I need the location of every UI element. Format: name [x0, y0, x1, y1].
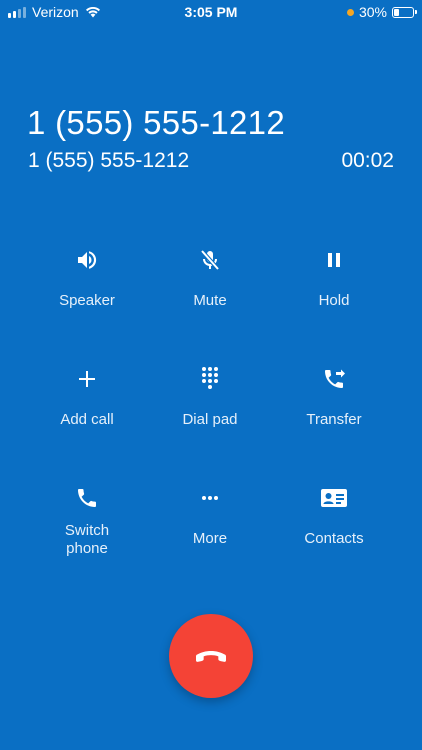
contact-card-icon [274, 484, 394, 512]
dialpad-icon [150, 365, 270, 393]
privacy-indicator-dot [346, 8, 354, 16]
phone-icon [27, 484, 147, 512]
contacts-label: Contacts [304, 530, 364, 547]
transfer-button[interactable]: Transfer [274, 365, 394, 429]
end-call-button[interactable] [169, 614, 253, 698]
mute-button[interactable]: Mute [150, 246, 270, 310]
mic-off-icon [150, 246, 270, 274]
add-call-label: Add call [60, 411, 114, 428]
dial-pad-button[interactable]: Dial pad [150, 365, 270, 429]
plus-icon [27, 365, 147, 393]
status-bar: Verizon 3:05 PM 30% [0, 0, 422, 24]
battery-fill [394, 8, 399, 16]
hold-button[interactable]: Hold [274, 246, 394, 310]
dial-pad-label: Dial pad [182, 411, 238, 428]
speaker-button[interactable]: Speaker [27, 246, 147, 310]
switch-phone-label: Switch phone [64, 522, 110, 557]
hang-up-icon [196, 651, 226, 662]
more-label: More [192, 530, 228, 547]
contacts-button[interactable]: Contacts [274, 484, 394, 548]
call-timer: 00:02 [341, 149, 394, 172]
call-transfer-icon [274, 365, 394, 393]
pause-icon [274, 246, 394, 274]
speaker-icon [27, 246, 147, 274]
mute-label: Mute [193, 292, 227, 309]
status-right: 30% [346, 4, 417, 20]
more-horizontal-icon [150, 484, 270, 512]
more-button[interactable]: More [150, 484, 270, 548]
hold-label: Hold [318, 292, 350, 309]
battery-icon [392, 6, 417, 18]
caller-subtitle: 1 (555) 555-1212 [28, 149, 190, 172]
caller-number: 1 (555) 555-1212 [27, 104, 285, 141]
battery-percent: 30% [358, 4, 387, 20]
speaker-label: Speaker [59, 292, 115, 309]
add-call-button[interactable]: Add call [27, 365, 147, 429]
transfer-label: Transfer [306, 411, 362, 428]
switch-phone-button[interactable]: Switch phone [27, 484, 147, 558]
